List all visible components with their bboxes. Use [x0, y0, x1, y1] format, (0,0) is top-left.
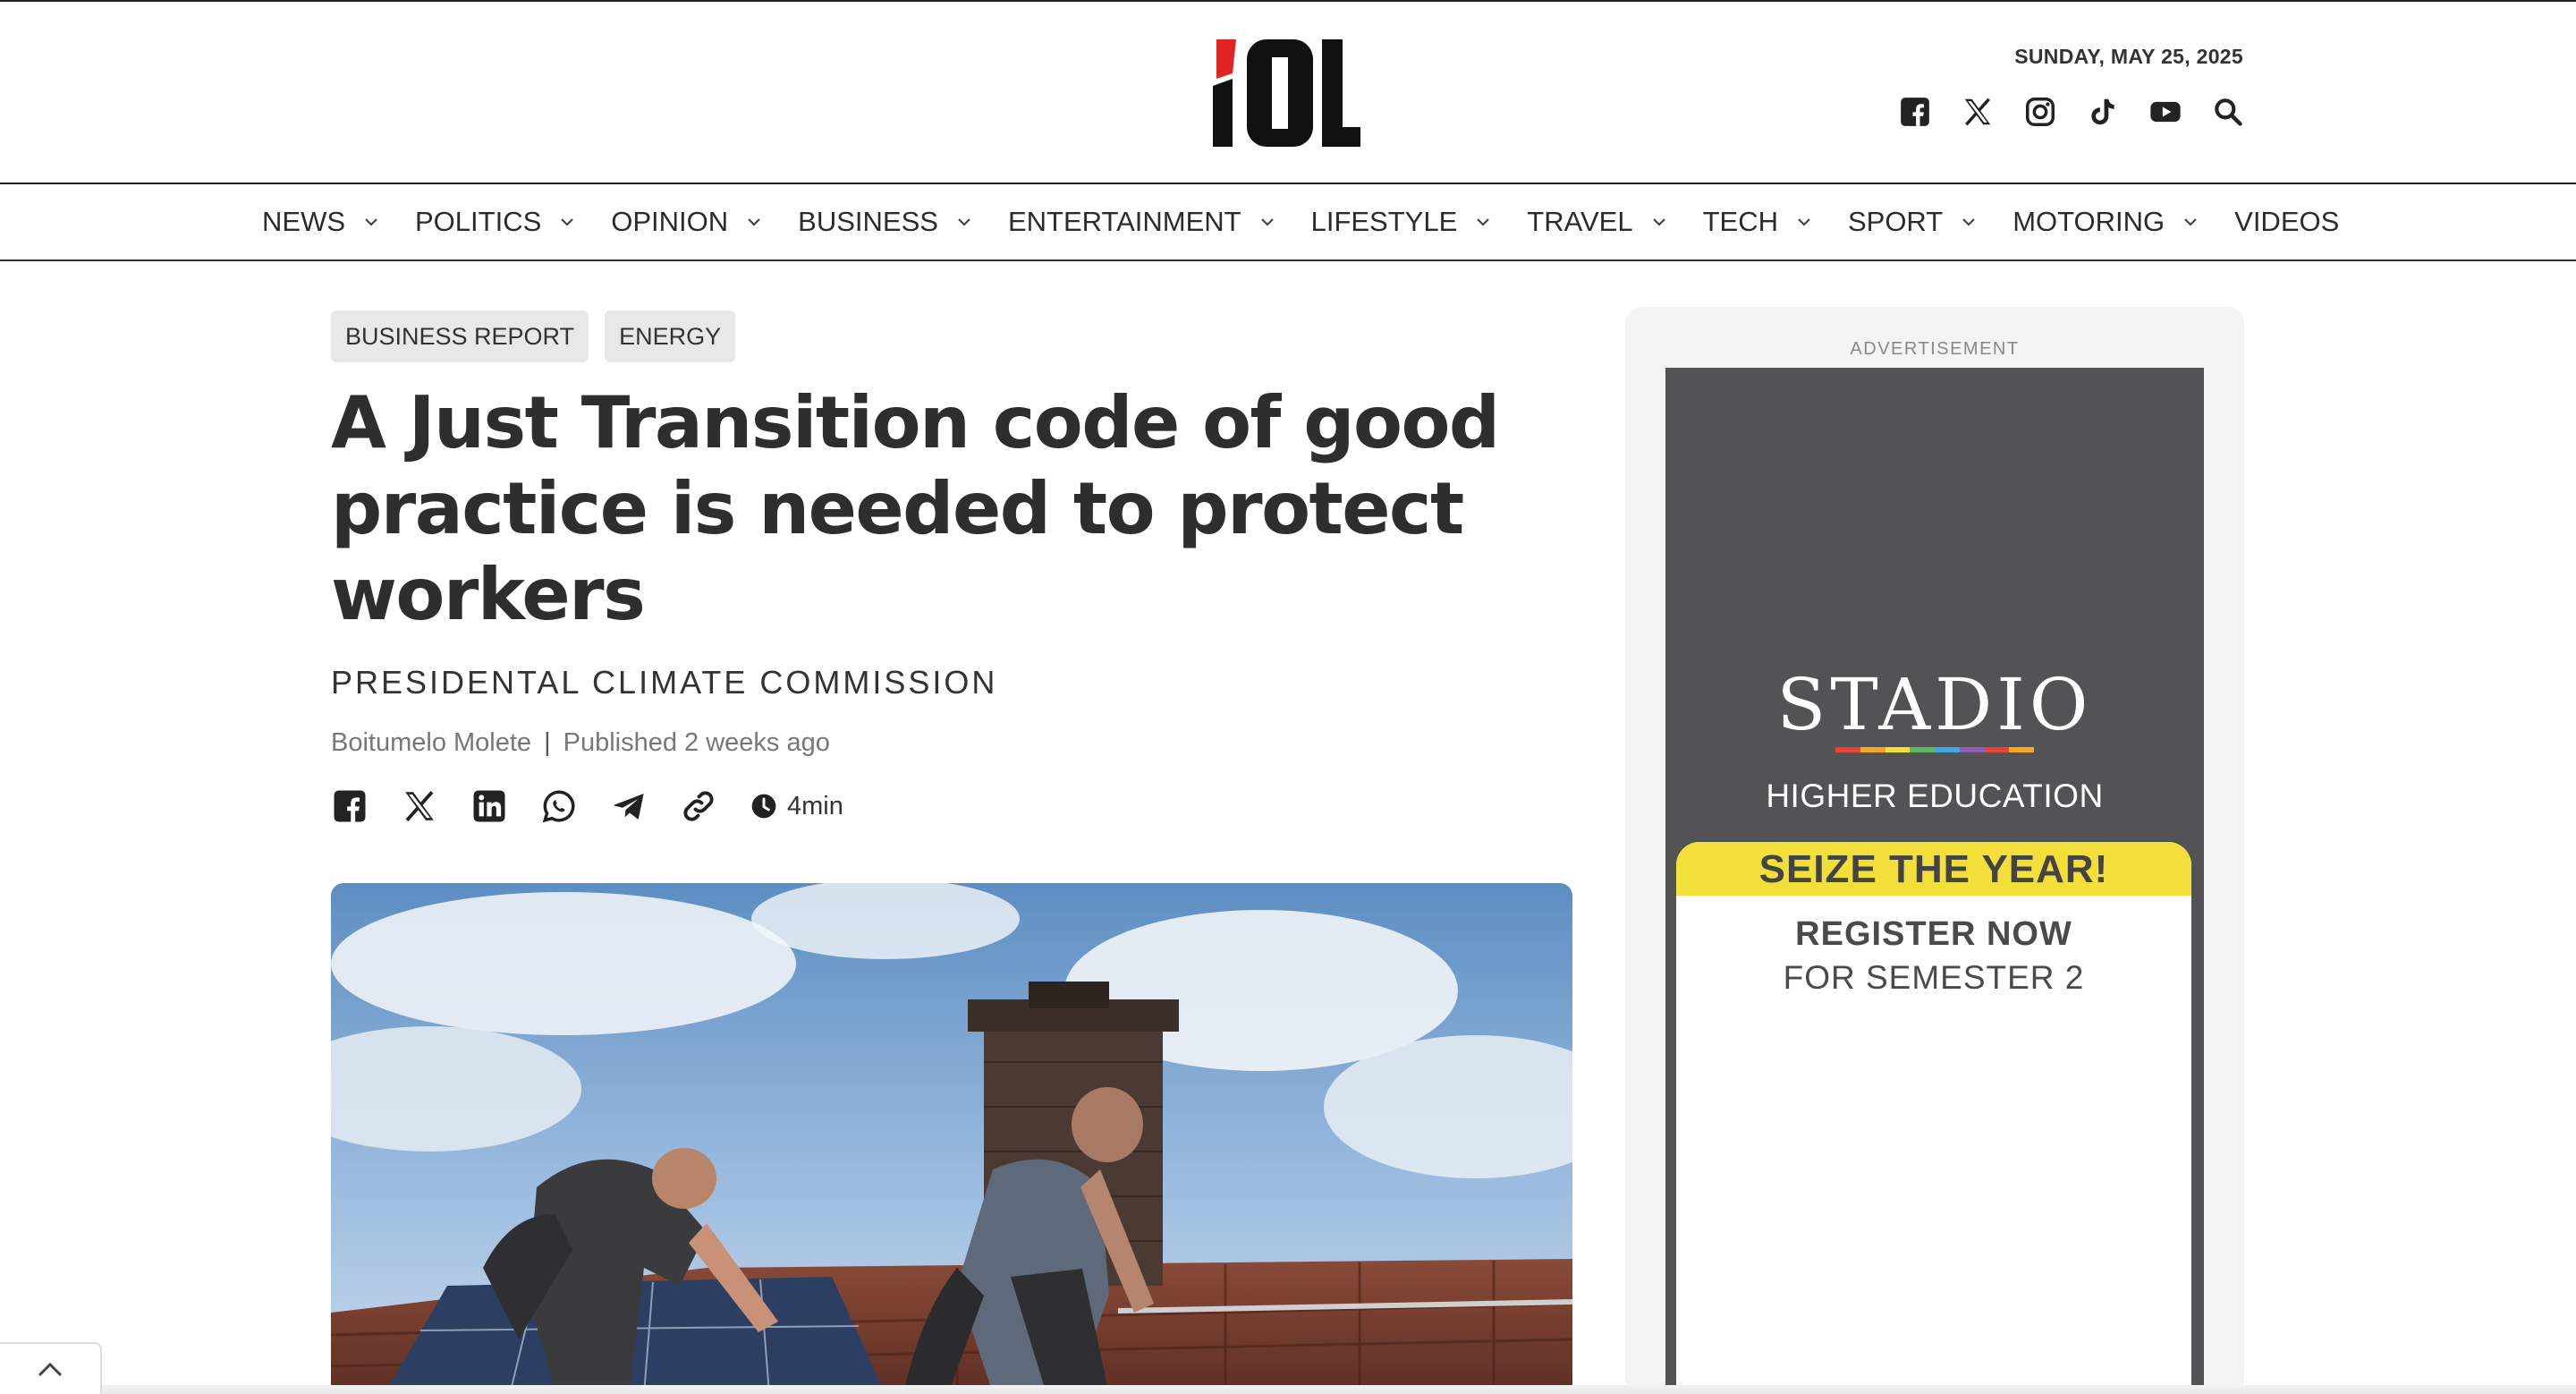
- linkedin-icon[interactable]: [470, 787, 508, 825]
- search-icon[interactable]: [2211, 95, 2245, 129]
- stripe-segment: [1910, 747, 1935, 752]
- social-links: [1898, 95, 2245, 129]
- article-headline: A Just Transition code of good practice …: [331, 381, 1500, 636]
- nav-item-label: NEWS: [262, 206, 345, 237]
- nav-item-business[interactable]: BUSINESS: [798, 206, 972, 238]
- ad-card: SEIZE THE YEAR! REGISTER NOW FOR SEMESTE…: [1676, 842, 2191, 1394]
- chevron-down-icon[interactable]: [363, 217, 379, 227]
- chevron-down-icon[interactable]: [1961, 217, 1977, 227]
- read-time: 4min: [750, 792, 843, 821]
- chevron-down-icon[interactable]: [1475, 217, 1491, 227]
- stadio-ad[interactable]: STADIO HIGHER EDUCATION SEIZE THE YEAR! …: [1665, 368, 2204, 1394]
- stripe-segment: [1984, 747, 2010, 752]
- nav-item-tech[interactable]: TECH: [1703, 206, 1812, 238]
- published-date: Published 2 weeks ago: [563, 728, 830, 757]
- ad-cta-line2: FOR SEMESTER 2: [1783, 959, 2085, 996]
- ad-cta-line1: REGISTER NOW: [1795, 915, 2072, 953]
- nav-item-sport[interactable]: SPORT: [1848, 206, 1977, 238]
- nav-item-opinion[interactable]: OPINION: [611, 206, 762, 238]
- nav-item-label: MOTORING: [2012, 206, 2165, 237]
- sidebar: ADVERTISEMENT STADIO HIGHER EDUCATION SE…: [1625, 307, 2244, 1394]
- nav-item-label: VIDEOS: [2234, 206, 2340, 237]
- chevron-down-icon[interactable]: [1651, 217, 1667, 227]
- ad-banner: SEIZE THE YEAR!: [1676, 842, 2191, 896]
- nav-item-videos[interactable]: VIDEOS: [2234, 206, 2339, 238]
- nav-item-label: LIFESTYLE: [1310, 206, 1458, 237]
- ad-subtitle: HIGHER EDUCATION: [1766, 778, 2104, 814]
- nav-item-lifestyle[interactable]: LIFESTYLE: [1311, 206, 1492, 238]
- facebook-icon[interactable]: [1898, 95, 1932, 129]
- facebook-icon[interactable]: [331, 787, 369, 825]
- read-time-label: 4min: [787, 791, 843, 820]
- byline-separator: |: [544, 728, 551, 757]
- hero-image: [331, 883, 1572, 1394]
- chevron-down-icon[interactable]: [1796, 217, 1812, 227]
- tiktok-icon[interactable]: [2086, 95, 2120, 129]
- current-date: SUNDAY, MAY 25, 2025: [2014, 45, 2243, 68]
- nav-item-label: ENTERTAINMENT: [1007, 206, 1241, 237]
- chevron-down-icon[interactable]: [956, 217, 972, 227]
- nav-item-label: TECH: [1702, 206, 1778, 237]
- nav-item-label: SPORT: [1847, 206, 1944, 237]
- tag-business-report[interactable]: BUSINESS REPORT: [331, 310, 589, 362]
- nav-item-label: OPINION: [611, 206, 729, 237]
- tag-energy[interactable]: ENERGY: [605, 310, 736, 362]
- stripe-segment: [1885, 747, 1911, 752]
- stripe-segment: [2009, 747, 2034, 752]
- advertisement-label: ADVERTISEMENT: [1850, 339, 2020, 359]
- chevron-down-icon[interactable]: [2182, 217, 2199, 227]
- stripe-segment: [1959, 747, 1985, 752]
- youtube-icon[interactable]: [2148, 95, 2182, 129]
- chevron-down-icon[interactable]: [559, 217, 575, 227]
- ad-color-stripe: [1835, 747, 2034, 752]
- site-logo[interactable]: [1213, 39, 1360, 147]
- telegram-icon[interactable]: [610, 787, 648, 825]
- share-bar: 4min: [331, 787, 843, 825]
- nav-item-news[interactable]: NEWS: [262, 206, 379, 238]
- main-nav: NEWS POLITICS OPINION BUSINESS ENTERTAIN…: [0, 183, 2576, 261]
- clock-icon: [751, 794, 776, 819]
- stripe-segment: [1860, 747, 1885, 752]
- chevron-up-icon: [38, 1362, 63, 1377]
- whatsapp-icon[interactable]: [540, 787, 578, 825]
- nav-item-entertainment[interactable]: ENTERTAINMENT: [1008, 206, 1275, 238]
- article-subhead: PRESIDENTAL CLIMATE COMMISSION: [331, 664, 998, 701]
- chevron-down-icon[interactable]: [1259, 217, 1275, 227]
- instagram-icon[interactable]: [2023, 95, 2057, 129]
- stripe-segment: [1835, 747, 1860, 752]
- stripe-segment: [1935, 747, 1960, 752]
- x-icon[interactable]: [1961, 95, 1995, 129]
- scroll-to-top-button[interactable]: [0, 1342, 102, 1394]
- article-tags: BUSINESS REPORT ENERGY: [331, 310, 736, 362]
- byline: Boitumelo Molete | Published 2 weeks ago: [331, 728, 830, 758]
- x-icon[interactable]: [401, 787, 438, 825]
- nav-item-label: BUSINESS: [798, 206, 938, 237]
- nav-item-travel[interactable]: TRAVEL: [1527, 206, 1666, 238]
- nav-item-motoring[interactable]: MOTORING: [2012, 206, 2199, 238]
- page-bottom-edge: [0, 1385, 2576, 1394]
- copy-link-icon[interactable]: [680, 787, 717, 825]
- nav-item-label: POLITICS: [415, 206, 542, 237]
- nav-item-label: TRAVEL: [1527, 206, 1633, 237]
- site-header: SUNDAY, MAY 25, 2025: [0, 2, 2576, 183]
- nav-item-politics[interactable]: POLITICS: [415, 206, 575, 238]
- solar-installers-photo: [331, 883, 1572, 1394]
- chevron-down-icon[interactable]: [746, 217, 762, 227]
- iol-logo-icon: [1213, 39, 1360, 147]
- author-link[interactable]: Boitumelo Molete: [331, 728, 531, 757]
- ad-brand: STADIO: [1776, 663, 2093, 746]
